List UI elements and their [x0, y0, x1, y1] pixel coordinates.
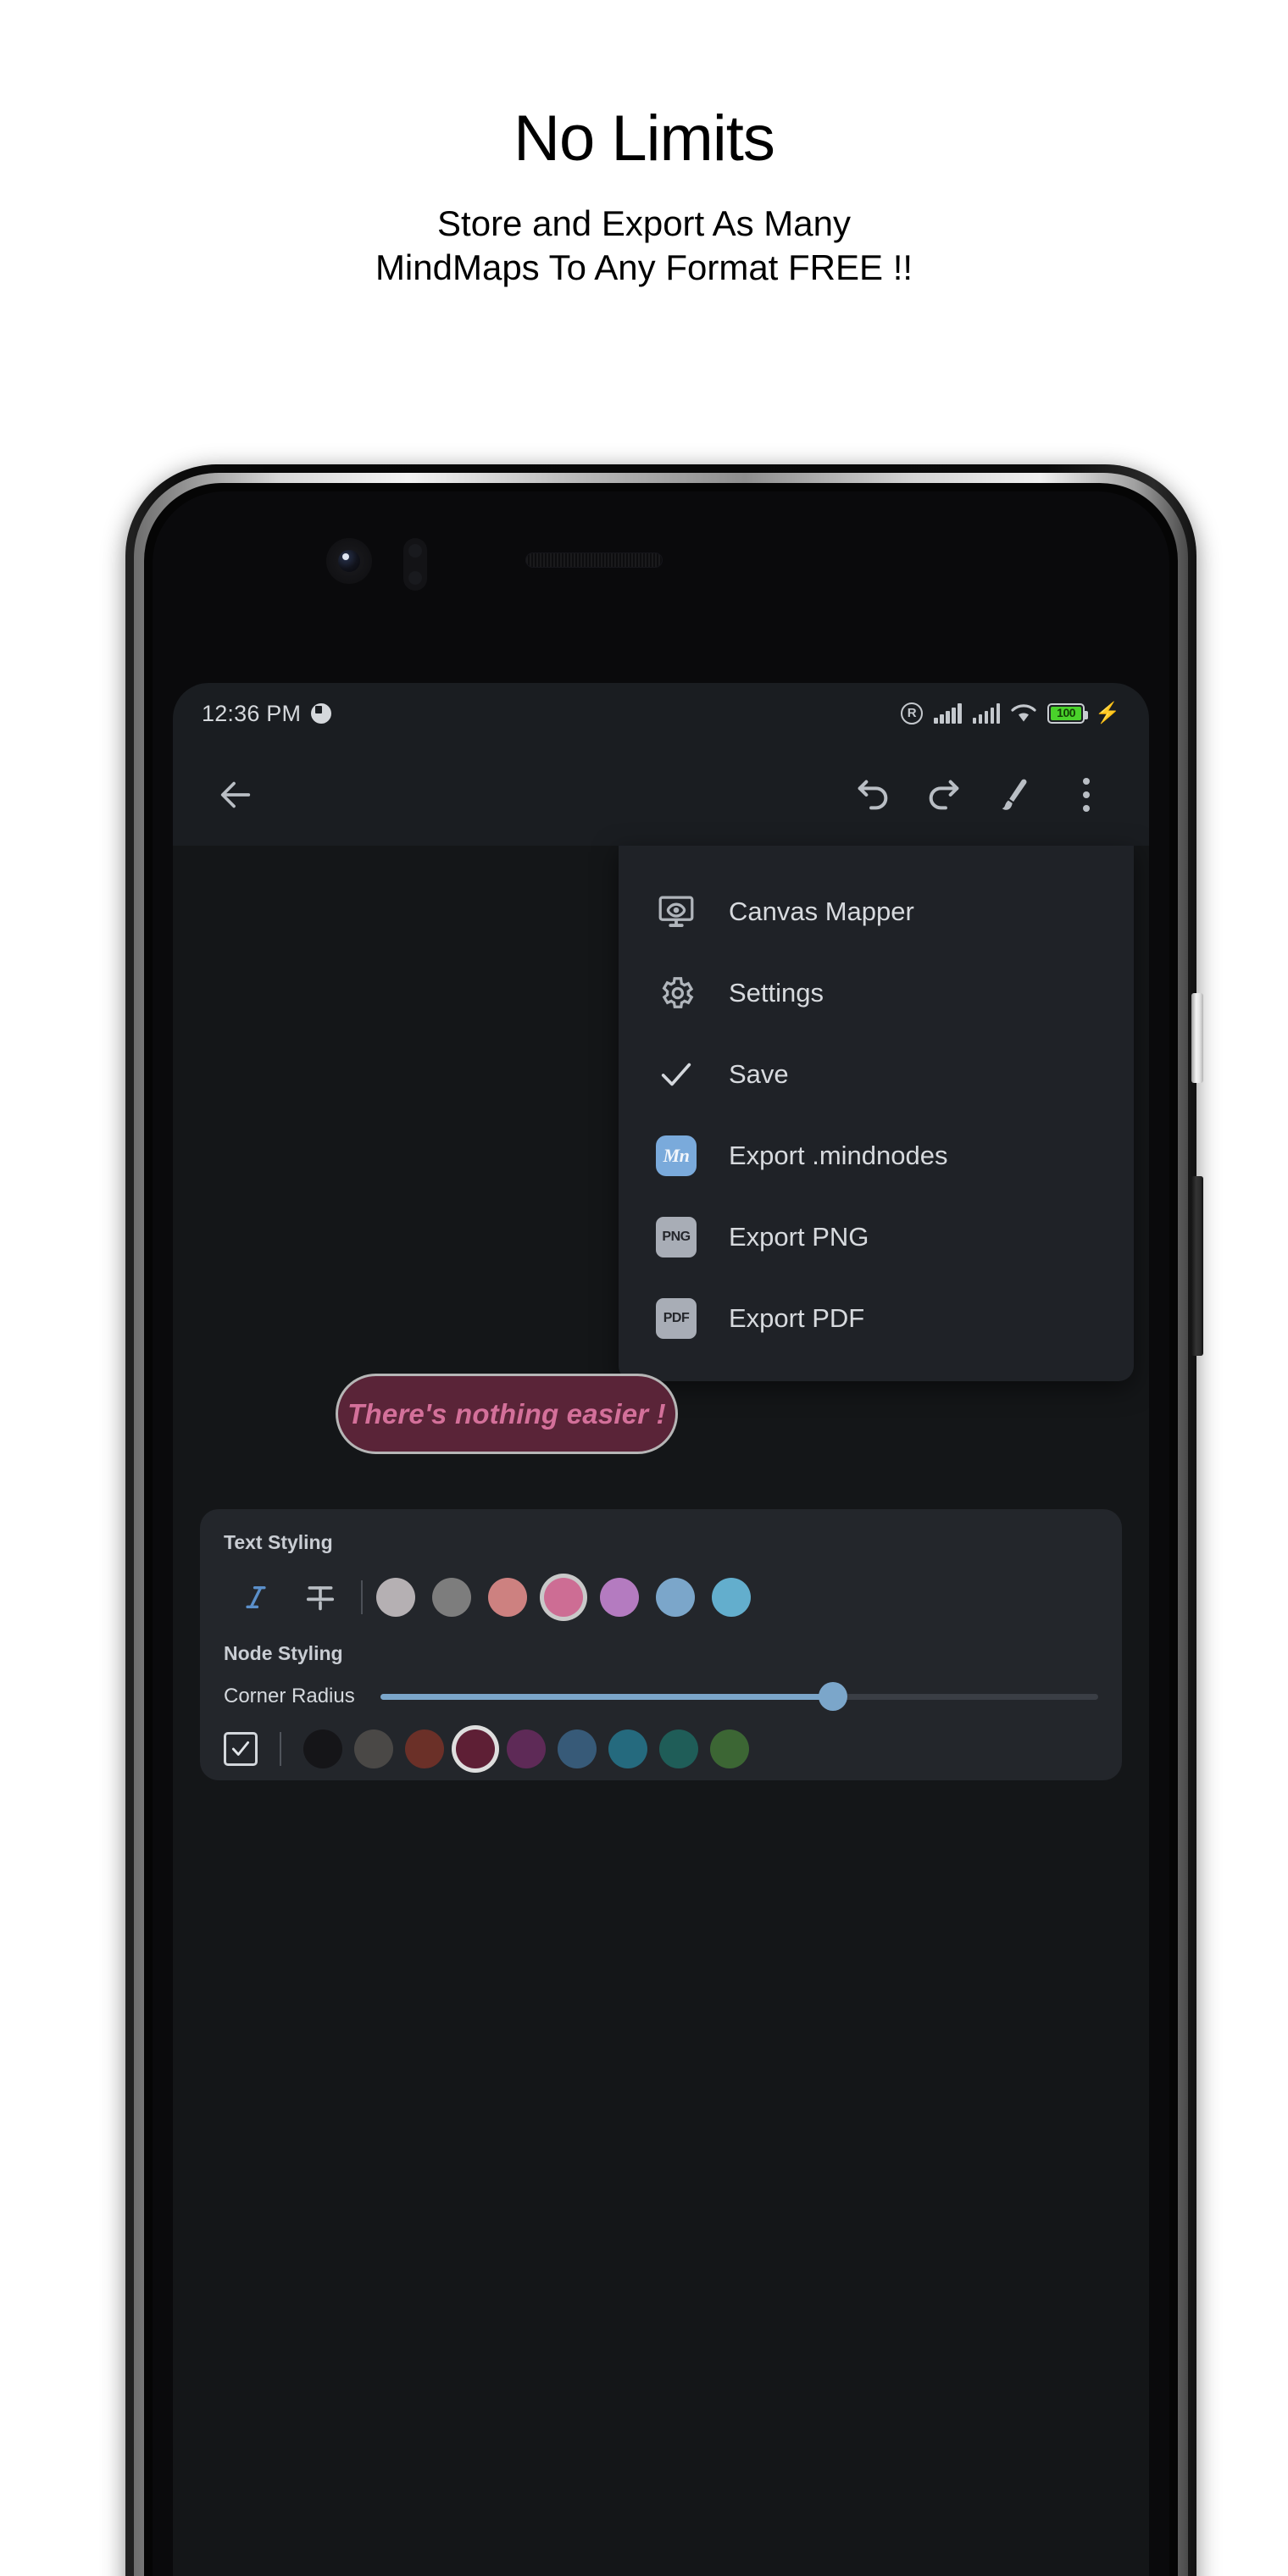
- pdf-badge-label: PDF: [656, 1298, 697, 1339]
- text-color-swatch[interactable]: [376, 1578, 415, 1617]
- menu-item-save[interactable]: Save: [619, 1034, 1134, 1115]
- sensor-dot-bottom: [408, 571, 422, 585]
- italic-icon[interactable]: [224, 1573, 288, 1622]
- text-styling-row: [224, 1573, 1098, 1622]
- text-color-swatches: [376, 1578, 751, 1617]
- status-time: 12:36 PM: [202, 700, 302, 726]
- menu-item-label: Export .mindnodes: [729, 1141, 948, 1170]
- png-badge-icon: PNG: [656, 1217, 697, 1257]
- slider-thumb[interactable]: [818, 1682, 847, 1711]
- node-color-row: [224, 1729, 1098, 1768]
- undo-icon[interactable]: [837, 759, 908, 830]
- overflow-dots: [1083, 778, 1090, 812]
- check-icon: [656, 1054, 697, 1095]
- menu-item-export-pdf[interactable]: PDF Export PDF: [619, 1278, 1134, 1359]
- camera-lens: [338, 550, 360, 572]
- node-color-swatch[interactable]: [710, 1729, 749, 1768]
- text-color-swatch[interactable]: [712, 1578, 751, 1617]
- menu-item-export-png[interactable]: PNG Export PNG: [619, 1196, 1134, 1278]
- checkbox-checked-icon[interactable]: [224, 1732, 258, 1766]
- menu-item-label: Export PNG: [729, 1222, 869, 1252]
- styling-panel: Text Styling Node Styling Corner Radius: [200, 1509, 1122, 1780]
- node-color-swatch[interactable]: [659, 1729, 698, 1768]
- sensor-dot-top: [408, 544, 422, 558]
- node-styling-heading: Node Styling: [224, 1642, 343, 1664]
- corner-radius-label: Corner Radius: [224, 1685, 355, 1707]
- node-color-swatch-selected[interactable]: [456, 1729, 495, 1768]
- volume-rocker-button[interactable]: [1191, 1176, 1203, 1356]
- corner-radius-slider[interactable]: [380, 1682, 1098, 1711]
- power-button[interactable]: [1191, 993, 1203, 1083]
- text-styling-divider: [361, 1580, 363, 1614]
- overflow-menu: Canvas Mapper Settings Save Mn Export .m…: [619, 846, 1134, 1381]
- text-color-swatch[interactable]: [488, 1578, 527, 1617]
- status-bar-right: R 100 ⚡: [901, 702, 1120, 724]
- text-color-swatch[interactable]: [656, 1578, 695, 1617]
- menu-item-label: Save: [729, 1059, 789, 1089]
- app-toolbar: [173, 744, 1149, 846]
- slider-fill: [380, 1693, 833, 1700]
- signal-bars-icon-2: [972, 703, 1001, 724]
- earpiece-speaker-icon: [525, 552, 663, 568]
- promo-subtitle: Store and Export As Many MindMaps To Any…: [0, 171, 1288, 286]
- mindnodes-badge-label: Mn: [656, 1135, 697, 1176]
- back-arrow-icon[interactable]: [200, 759, 271, 830]
- node-color-divider: [280, 1732, 281, 1766]
- mindmap-node-label: There's nothing easier !: [347, 1397, 666, 1430]
- menu-item-label: Export PDF: [729, 1303, 865, 1333]
- battery-level: 100: [1051, 707, 1082, 720]
- status-bar: 12:36 PM R 100 ⚡: [173, 683, 1149, 744]
- battery-icon: 100: [1047, 703, 1089, 724]
- redo-icon[interactable]: [908, 759, 980, 830]
- text-color-swatch[interactable]: [600, 1578, 639, 1617]
- text-color-swatch[interactable]: [432, 1578, 471, 1617]
- menu-item-export-mindnodes[interactable]: Mn Export .mindnodes: [619, 1115, 1134, 1196]
- promo-subtitle-line-2: MindMaps To Any Format FREE !!: [375, 247, 913, 288]
- node-color-swatch[interactable]: [303, 1729, 342, 1768]
- alarm-icon: [311, 703, 332, 724]
- menu-item-settings[interactable]: Settings: [619, 952, 1134, 1034]
- proximity-sensor-icon: [403, 538, 427, 591]
- node-color-swatches: [303, 1729, 749, 1768]
- node-color-swatch[interactable]: [354, 1729, 393, 1768]
- mindmap-node[interactable]: There's nothing easier !: [336, 1374, 678, 1454]
- menu-item-label: Canvas Mapper: [729, 897, 914, 926]
- wifi-icon: [1011, 703, 1036, 724]
- signal-bars-icon-1: [934, 703, 962, 724]
- png-badge-label: PNG: [656, 1217, 697, 1257]
- roaming-icon: R: [901, 702, 924, 724]
- gear-icon: [656, 973, 697, 1013]
- charging-bolt-icon: ⚡: [1095, 702, 1120, 724]
- more-vertical-icon[interactable]: [1051, 759, 1122, 830]
- menu-item-label: Settings: [729, 978, 824, 1008]
- phone-device: 12:36 PM R 100 ⚡ Canvas Mapper Settings …: [125, 464, 1203, 2576]
- monitor-eye-icon: [656, 891, 697, 932]
- node-color-swatch[interactable]: [507, 1729, 546, 1768]
- phone-screen: 12:36 PM R 100 ⚡ Canvas Mapper Settings …: [173, 683, 1149, 2576]
- status-bar-left: 12:36 PM: [202, 700, 332, 727]
- mindnodes-badge-icon: Mn: [656, 1135, 697, 1176]
- promo-subtitle-line-1: Store and Export As Many: [437, 203, 851, 243]
- promo-header: No Limits Store and Export As Many MindM…: [0, 0, 1288, 286]
- node-color-swatch[interactable]: [405, 1729, 444, 1768]
- corner-radius-row: Corner Radius: [224, 1682, 1098, 1711]
- brush-icon[interactable]: [980, 759, 1051, 830]
- node-color-swatch[interactable]: [608, 1729, 647, 1768]
- front-camera-icon: [326, 538, 372, 584]
- camera-glint: [342, 553, 349, 560]
- node-color-swatch[interactable]: [558, 1729, 597, 1768]
- pdf-badge-icon: PDF: [656, 1298, 697, 1339]
- text-color-swatch-selected[interactable]: [544, 1578, 583, 1617]
- page-title: No Limits: [514, 103, 775, 175]
- text-styling-heading: Text Styling: [224, 1531, 333, 1553]
- strikethrough-icon[interactable]: [288, 1573, 353, 1622]
- menu-item-canvas-mapper[interactable]: Canvas Mapper: [619, 871, 1134, 952]
